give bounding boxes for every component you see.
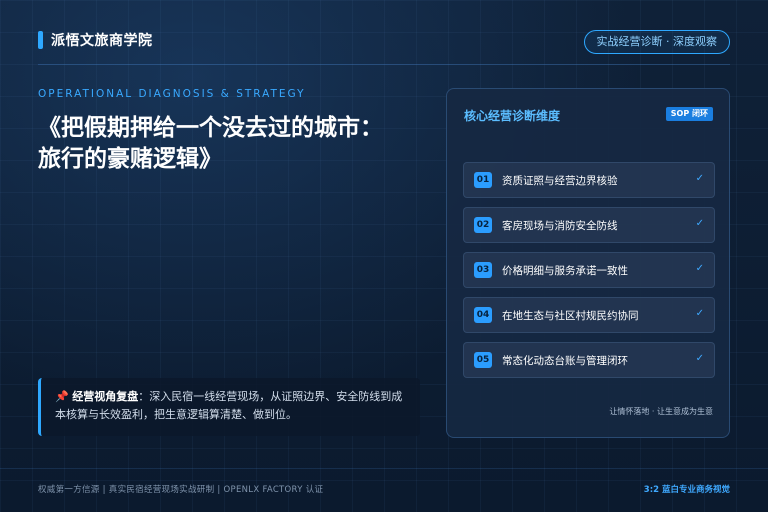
check-icon: ✓ bbox=[695, 308, 704, 319]
check-icon: ✓ bbox=[695, 263, 704, 274]
brand-header: 派悟文旅商学院 bbox=[38, 30, 153, 50]
diagnosis-item: 02 客房现场与消防安全防线 ✓ bbox=[463, 207, 715, 243]
item-number: 05 bbox=[474, 352, 492, 368]
item-number: 04 bbox=[474, 307, 492, 323]
diagnosis-panel: 核心经营诊断维度 SOP 闭环 01 资质证照与经营边界核验 ✓ 02 客房现场… bbox=[446, 88, 730, 438]
english-subtitle: OPERATIONAL DIAGNOSIS & STRATEGY bbox=[38, 88, 306, 100]
check-icon: ✓ bbox=[695, 173, 704, 184]
item-label: 客房现场与消防安全防线 bbox=[502, 220, 618, 232]
header-divider bbox=[38, 64, 730, 65]
panel-title: 核心经营诊断维度 bbox=[464, 109, 561, 123]
sop-chip: SOP 闭环 bbox=[665, 107, 713, 121]
check-icon: ✓ bbox=[695, 353, 704, 364]
header-badge: 实战经营诊断 · 深度观察 bbox=[583, 30, 730, 54]
brand-accent-bar bbox=[38, 31, 43, 49]
footer-divider bbox=[0, 468, 768, 469]
page-title: 《把假期押给一个没去过的城市：旅行的豪赌逻辑》 bbox=[38, 115, 383, 172]
note-label: 经营视角复盘 bbox=[72, 390, 139, 403]
pushpin-icon: 📌 bbox=[55, 390, 69, 403]
diagnosis-item: 01 资质证照与经营边界核验 ✓ bbox=[463, 162, 715, 198]
item-label: 常态化动态台账与管理闭环 bbox=[502, 355, 628, 367]
brand-name: 派悟文旅商学院 bbox=[51, 33, 153, 49]
item-number: 02 bbox=[474, 217, 492, 233]
footer-format-label: 3:2 蓝白专业商务视觉 bbox=[643, 485, 730, 495]
footer-credits: 权威第一方信源 | 真实民宿经营现场实战研制 | OPENLX FACTORY … bbox=[38, 485, 324, 495]
item-number: 03 bbox=[474, 262, 492, 278]
item-label: 在地生态与社区村规民约协同 bbox=[502, 310, 639, 322]
diagnosis-item: 04 在地生态与社区村规民约协同 ✓ bbox=[463, 297, 715, 333]
check-icon: ✓ bbox=[695, 218, 704, 229]
item-label: 价格明细与服务承诺一致性 bbox=[502, 265, 628, 277]
item-label: 资质证照与经营边界核验 bbox=[502, 175, 618, 187]
review-note: 📌 经营视角复盘：深入民宿一线经营现场，从证照边界、安全防线到成本核算与长效盈利… bbox=[38, 378, 420, 436]
panel-footer: 让情怀落地 · 让生意成为生意 bbox=[609, 407, 713, 416]
item-number: 01 bbox=[474, 172, 492, 188]
diagnosis-item: 05 常态化动态台账与管理闭环 ✓ bbox=[463, 342, 715, 378]
diagnosis-item: 03 价格明细与服务承诺一致性 ✓ bbox=[463, 252, 715, 288]
